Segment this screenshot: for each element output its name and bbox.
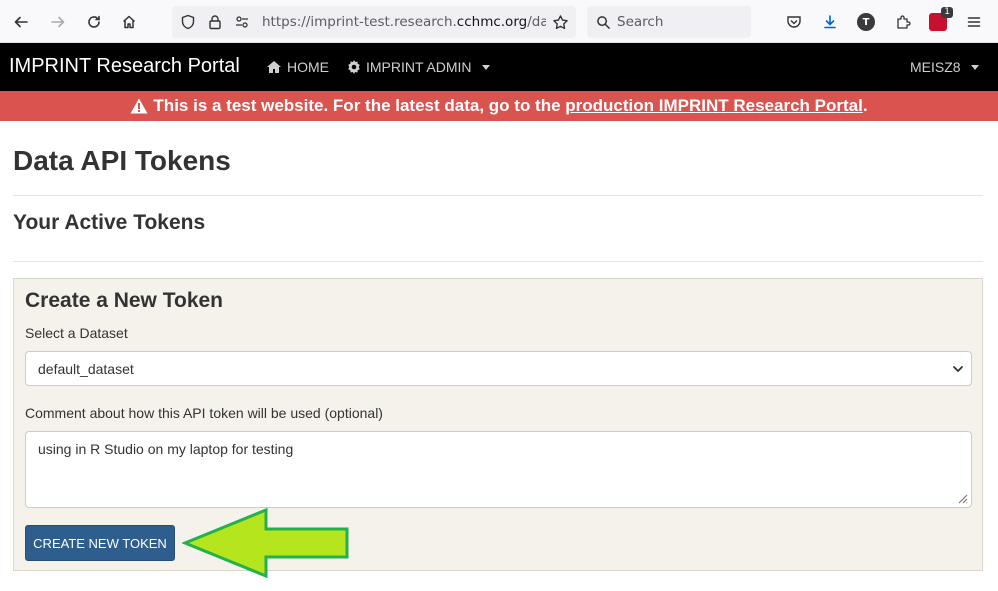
alert-text: This is a test website. For the latest d…	[153, 96, 566, 115]
menu-hamburger-icon[interactable]	[962, 10, 986, 34]
extension-badge: 1	[941, 7, 953, 18]
create-token-panel: Create a New Token Select a Dataset defa…	[13, 278, 983, 571]
search-icon	[591, 10, 615, 34]
forward-arrow-icon[interactable]	[46, 10, 70, 34]
production-portal-link[interactable]: production IMPRINT Research Portal	[565, 96, 863, 116]
extension-icon[interactable]: 1	[929, 7, 953, 31]
dataset-select-value: default_dataset	[38, 361, 134, 377]
downloads-icon[interactable]	[818, 10, 842, 34]
caret-down-icon	[481, 64, 490, 70]
comment-label: Comment about how this API token will be…	[25, 405, 383, 421]
bookmark-star-icon[interactable]	[548, 10, 572, 34]
test-site-alert: This is a test website. For the latest d…	[0, 91, 998, 121]
divider	[13, 195, 983, 196]
create-new-token-button[interactable]: CREATE NEW TOKEN	[25, 525, 175, 561]
page-title: Data API Tokens	[13, 145, 231, 176]
nav-home[interactable]: HOME	[266, 59, 329, 75]
search-placeholder: Search	[617, 14, 664, 30]
account-avatar-icon[interactable]: T	[857, 13, 875, 31]
create-token-heading: Create a New Token	[25, 289, 224, 312]
pocket-icon[interactable]	[782, 10, 806, 34]
warning-icon	[130, 98, 148, 114]
alert-period: .	[862, 96, 868, 115]
gear-icon	[348, 60, 360, 74]
extensions-puzzle-icon[interactable]	[891, 10, 915, 34]
nav-user-dropdown[interactable]: MEISZ8	[910, 59, 979, 75]
nav-home-label: HOME	[287, 59, 329, 75]
search-bar[interactable]: Search	[587, 6, 751, 38]
lock-icon[interactable]	[203, 10, 227, 34]
site-navbar: IMPRINT Research Portal HOME IMPRINT ADM…	[0, 43, 998, 91]
divider	[13, 261, 983, 262]
brand-link[interactable]: IMPRINT Research Portal	[9, 55, 240, 78]
nav-user-label: MEISZ8	[910, 59, 961, 75]
caret-down-icon	[970, 64, 979, 70]
green-arrow-annotation	[182, 508, 349, 578]
home-icon	[267, 61, 281, 73]
back-arrow-icon[interactable]	[9, 10, 33, 34]
reload-icon[interactable]	[82, 10, 106, 34]
comment-textarea-value: using in R Studio on my laptop for testi…	[38, 441, 294, 457]
address-bar[interactable]: https://imprint-test.research.cchmc.org/…	[172, 6, 576, 38]
dataset-select[interactable]: default_dataset	[25, 351, 972, 386]
comment-textarea[interactable]: using in R Studio on my laptop for testi…	[25, 431, 972, 508]
nav-admin-label: IMPRINT ADMIN	[366, 59, 472, 75]
chevron-down-icon	[953, 366, 963, 372]
dataset-label: Select a Dataset	[25, 325, 128, 341]
url-text[interactable]: https://imprint-test.research.cchmc.org/…	[262, 14, 546, 30]
home-icon[interactable]	[117, 10, 141, 34]
shield-icon[interactable]	[176, 10, 200, 34]
resize-grip-icon[interactable]	[956, 492, 968, 504]
browser-toolbar: https://imprint-test.research.cchmc.org/…	[0, 0, 998, 43]
permissions-icon[interactable]	[230, 10, 254, 34]
nav-admin-dropdown[interactable]: IMPRINT ADMIN	[347, 59, 490, 75]
active-tokens-heading: Your Active Tokens	[13, 211, 206, 234]
